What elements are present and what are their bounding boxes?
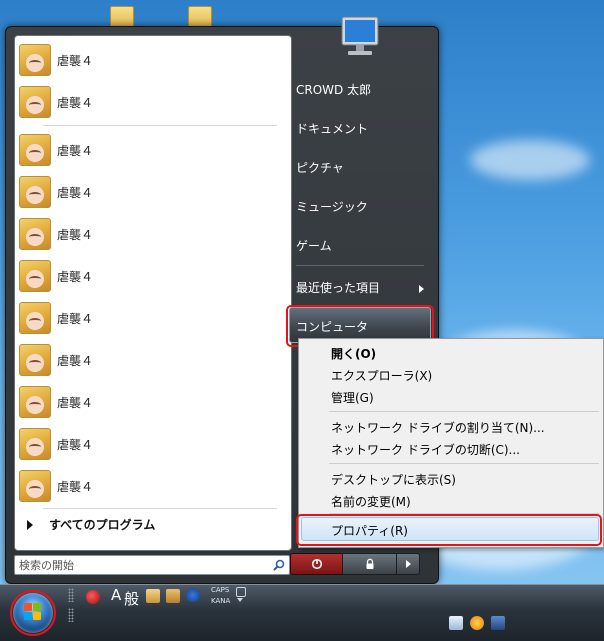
program-icon	[19, 176, 51, 208]
context-item-open[interactable]: 開く(O)	[331, 345, 376, 362]
program-icon	[19, 344, 51, 376]
ime-pad-icon[interactable]	[146, 589, 160, 603]
context-item-manage[interactable]: 管理(G)	[331, 389, 374, 406]
program-icon	[19, 134, 51, 166]
search-input[interactable]: 検索の開始	[14, 555, 290, 575]
divider	[43, 125, 277, 126]
menu-item-computer-label: コンピュータ	[296, 320, 369, 334]
program-item[interactable]: 虐襲４	[19, 174, 281, 210]
toolbar-grip[interactable]	[68, 608, 74, 622]
program-label: 虐襲４	[57, 353, 94, 368]
notepad-icon[interactable]	[449, 616, 463, 630]
power-button[interactable]	[290, 553, 344, 575]
lock-icon	[366, 558, 374, 569]
program-item[interactable]: 虐襲４	[19, 300, 281, 336]
program-item[interactable]: 虐襲４	[19, 384, 281, 420]
program-item[interactable]: 虐襲４	[19, 426, 281, 462]
divider	[296, 265, 424, 266]
program-item[interactable]: 虐襲４	[19, 216, 281, 252]
menu-item-music[interactable]: ミュージック	[296, 198, 368, 215]
menu-item-user[interactable]: CROWD 太郎	[296, 81, 371, 98]
context-item-show-on-desktop[interactable]: デスクトップに表示(S)	[331, 471, 456, 488]
menu-item-pictures[interactable]: ピクチャ	[296, 159, 344, 176]
power-icon	[311, 558, 323, 570]
program-item[interactable]: 虐襲４	[19, 42, 281, 78]
start-button[interactable]	[13, 593, 53, 633]
all-programs-button[interactable]: すべてのプログラム	[27, 516, 155, 533]
program-item[interactable]: 虐襲４	[19, 132, 281, 168]
ime-conversion-mode[interactable]: 般	[124, 588, 139, 609]
program-item[interactable]: 虐襲４	[19, 342, 281, 378]
ime-tools-icon[interactable]	[166, 589, 180, 603]
context-item-rename[interactable]: 名前の変更(M)	[331, 493, 411, 510]
menu-item-recent[interactable]: 最近使った項目	[296, 279, 380, 296]
ime-option-icon[interactable]	[236, 587, 246, 597]
program-label: 虐襲４	[57, 395, 94, 410]
context-item-map-drive[interactable]: ネットワーク ドライブの割り当て(N)...	[331, 419, 545, 436]
divider	[329, 411, 599, 412]
triangle-right-icon	[27, 519, 33, 530]
ime-input-mode[interactable]: A	[111, 586, 121, 604]
arrow-right-icon	[405, 560, 411, 568]
divider	[43, 508, 277, 509]
program-icon	[19, 260, 51, 292]
program-icon	[19, 302, 51, 334]
program-label: 虐襲４	[57, 95, 94, 110]
program-icon	[19, 470, 51, 502]
context-item-disconnect-drive[interactable]: ネットワーク ドライブの切断(C)...	[331, 441, 520, 458]
divider	[329, 463, 599, 464]
program-item[interactable]: 虐襲４	[19, 258, 281, 294]
pin-icon[interactable]	[86, 590, 100, 604]
program-label: 虐襲４	[57, 53, 94, 68]
program-label: 虐襲４	[57, 311, 94, 326]
program-item[interactable]: 虐襲４	[19, 468, 281, 504]
context-item-properties[interactable]: プロパティ(R)	[331, 522, 408, 539]
program-icon	[19, 86, 51, 118]
program-label: 虐襲４	[57, 479, 94, 494]
menu-item-games[interactable]: ゲーム	[296, 237, 332, 254]
program-label: 虐襲４	[57, 143, 94, 158]
program-icon	[19, 218, 51, 250]
toolbar-grip[interactable]	[68, 588, 74, 602]
media-icon[interactable]	[470, 616, 484, 630]
program-label: 虐襲４	[57, 437, 94, 452]
divider	[329, 513, 599, 514]
program-item[interactable]: 虐襲４	[19, 84, 281, 120]
menu-item-documents[interactable]: ドキュメント	[296, 120, 368, 137]
save-icon[interactable]	[491, 616, 505, 630]
chevron-down-icon[interactable]	[237, 598, 243, 602]
program-icon	[19, 386, 51, 418]
search-placeholder: 検索の開始	[19, 559, 74, 572]
context-item-explorer[interactable]: エクスプローラ(X)	[331, 367, 432, 384]
windows-logo-icon	[24, 603, 42, 621]
caps-indicator: CAPS	[211, 586, 230, 594]
cloud	[470, 140, 590, 180]
kana-indicator: KANA	[211, 597, 231, 605]
computer-monitor-icon	[341, 16, 379, 55]
all-programs-label: すべてのプログラム	[49, 518, 156, 532]
submenu-arrow-icon	[419, 285, 424, 293]
program-icon	[19, 428, 51, 460]
lock-button[interactable]	[342, 553, 398, 575]
pinned-programs-pane: 虐襲４ 虐襲４ 虐襲４ 虐襲４ 虐襲４ 虐襲４ 虐襲４ 虐襲４ 虐襲４ 虐襲４ …	[14, 35, 292, 551]
search-icon[interactable]	[273, 559, 285, 571]
context-menu: 開く(O) エクスプローラ(X) 管理(G) ネットワーク ドライブの割り当て(…	[298, 338, 604, 548]
program-icon	[19, 44, 51, 76]
shutdown-options-button[interactable]	[396, 553, 420, 575]
program-label: 虐襲４	[57, 185, 94, 200]
program-label: 虐襲４	[57, 269, 94, 284]
program-label: 虐襲４	[57, 227, 94, 242]
help-icon[interactable]	[186, 588, 200, 602]
